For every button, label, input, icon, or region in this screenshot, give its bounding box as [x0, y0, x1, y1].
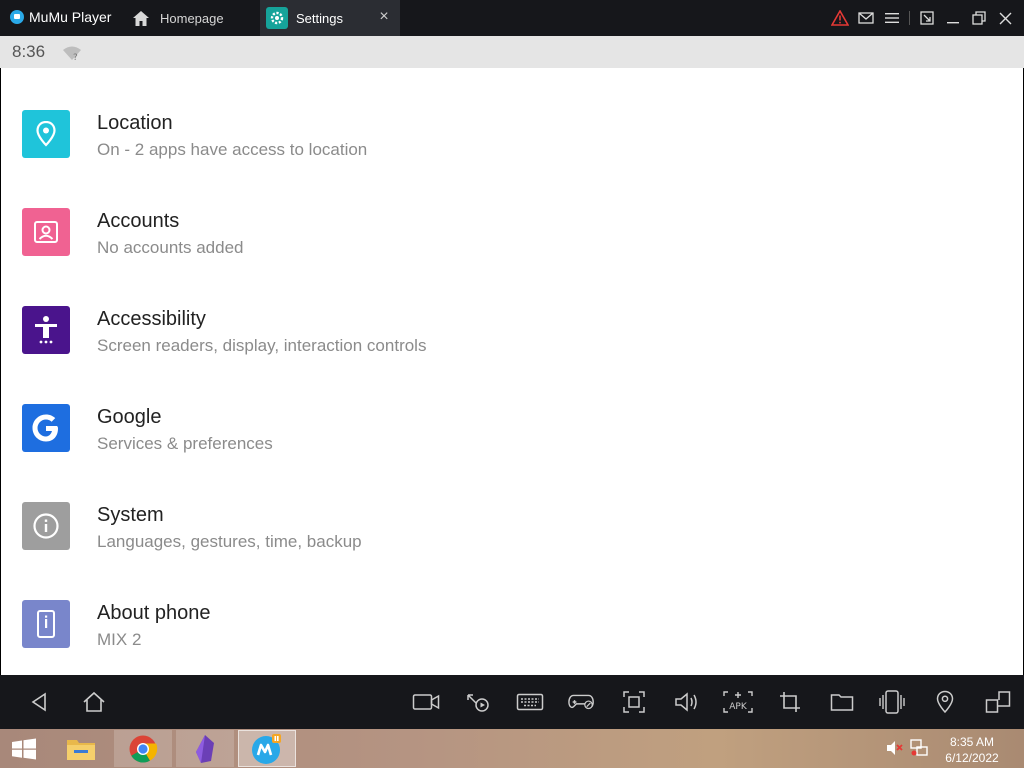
settings-item-title: Accessibility: [97, 308, 206, 330]
settings-list: Location On - 2 apps have access to loca…: [1, 68, 1023, 675]
settings-item-accessibility[interactable]: Accessibility Screen readers, display, i…: [1, 264, 1023, 362]
warning-icon[interactable]: [827, 0, 853, 36]
account-icon: [22, 208, 70, 256]
wifi-icon: ?: [62, 45, 82, 66]
settings-item-title: Location: [97, 112, 173, 134]
settings-item-title: Accounts: [97, 210, 180, 232]
settings-item-subtitle: Languages, gestures, time, backup: [97, 532, 362, 551]
taskbar-date: 6/12/2022: [945, 751, 999, 765]
gamepad-icon[interactable]: [568, 688, 596, 716]
app-title: MuMu Player: [29, 9, 112, 25]
mumu-logo-icon: [10, 10, 24, 24]
settings-item-about-phone[interactable]: About phone MIX 2: [1, 558, 1023, 656]
settings-item-title: System: [97, 504, 164, 526]
tab-settings[interactable]: Settings ×: [260, 0, 400, 36]
close-tab-icon[interactable]: ×: [376, 9, 392, 25]
taskbar-clock[interactable]: 8:35 AM 6/12/2022: [942, 734, 1002, 766]
status-clock: 8:36: [12, 42, 46, 61]
settings-item-subtitle: Screen readers, display, interaction con…: [97, 336, 427, 355]
settings-item-system[interactable]: System Languages, gestures, time, backup: [1, 460, 1023, 558]
keyboard-icon[interactable]: [516, 688, 544, 716]
maximize-icon[interactable]: [966, 0, 992, 36]
settings-item-subtitle: MIX 2: [97, 630, 142, 649]
divider: [909, 11, 910, 25]
operation-record-icon[interactable]: [464, 688, 492, 716]
tab-label: Settings: [296, 10, 343, 26]
file-explorer-icon[interactable]: [52, 730, 110, 767]
mail-icon[interactable]: [853, 0, 879, 36]
volume-muted-icon[interactable]: [886, 740, 904, 761]
network-icon[interactable]: [910, 739, 928, 762]
info-icon: [22, 502, 70, 550]
obsidian-icon[interactable]: [176, 730, 234, 767]
gear-icon: [266, 7, 288, 29]
home-icon: [130, 7, 152, 29]
accessibility-icon: [22, 306, 70, 354]
windows-start-icon[interactable]: [10, 738, 38, 760]
shake-icon[interactable]: [878, 688, 906, 716]
chrome-icon[interactable]: [114, 730, 172, 767]
taskbar-time: 8:35 AM: [949, 735, 995, 749]
volume-icon[interactable]: [672, 688, 700, 716]
windows-taskbar: 8:35 AM 6/12/2022: [0, 729, 1024, 768]
video-record-icon[interactable]: [412, 688, 440, 716]
crop-icon[interactable]: [776, 688, 804, 716]
emulator-titlebar: MuMu Player Homepage Settings ×: [0, 0, 1024, 36]
shrink-window-icon[interactable]: [914, 0, 940, 36]
multi-window-icon[interactable]: [984, 688, 1012, 716]
apk-install-icon[interactable]: APK: [722, 688, 754, 716]
tab-label: Homepage: [160, 10, 224, 26]
folder-icon[interactable]: [828, 688, 856, 716]
settings-item-accounts[interactable]: Accounts No accounts added: [1, 166, 1023, 264]
android-status-bar: 8:36 ?: [0, 36, 1024, 68]
phone-icon: [22, 600, 70, 648]
screenshot-icon[interactable]: [620, 688, 648, 716]
location-pin-icon: [22, 110, 70, 158]
back-icon[interactable]: [25, 688, 53, 716]
close-icon[interactable]: [992, 0, 1018, 36]
menu-icon[interactable]: [879, 0, 905, 36]
settings-item-subtitle: On - 2 apps have access to location: [97, 140, 368, 159]
tab-homepage[interactable]: Homepage: [124, 0, 260, 36]
google-icon: [22, 404, 70, 452]
emulator-toolbar: APK: [0, 675, 1024, 729]
settings-item-title: Google: [97, 406, 162, 428]
settings-item-location[interactable]: Location On - 2 apps have access to loca…: [1, 68, 1023, 166]
apk-label: APK: [729, 702, 748, 712]
home-icon[interactable]: [80, 688, 108, 716]
settings-item-subtitle: No accounts added: [97, 238, 244, 257]
minimize-icon[interactable]: [940, 0, 966, 36]
location-icon[interactable]: [931, 688, 959, 716]
system-tray: 8:35 AM 6/12/2022: [884, 729, 1024, 768]
window-controls: [827, 0, 1024, 36]
settings-item-title: About phone: [97, 602, 211, 624]
settings-item-subtitle: Services & preferences: [97, 434, 273, 453]
svg-text:?: ?: [73, 53, 78, 61]
settings-item-google[interactable]: Google Services & preferences: [1, 362, 1023, 460]
mumu-player-icon[interactable]: [238, 730, 296, 767]
